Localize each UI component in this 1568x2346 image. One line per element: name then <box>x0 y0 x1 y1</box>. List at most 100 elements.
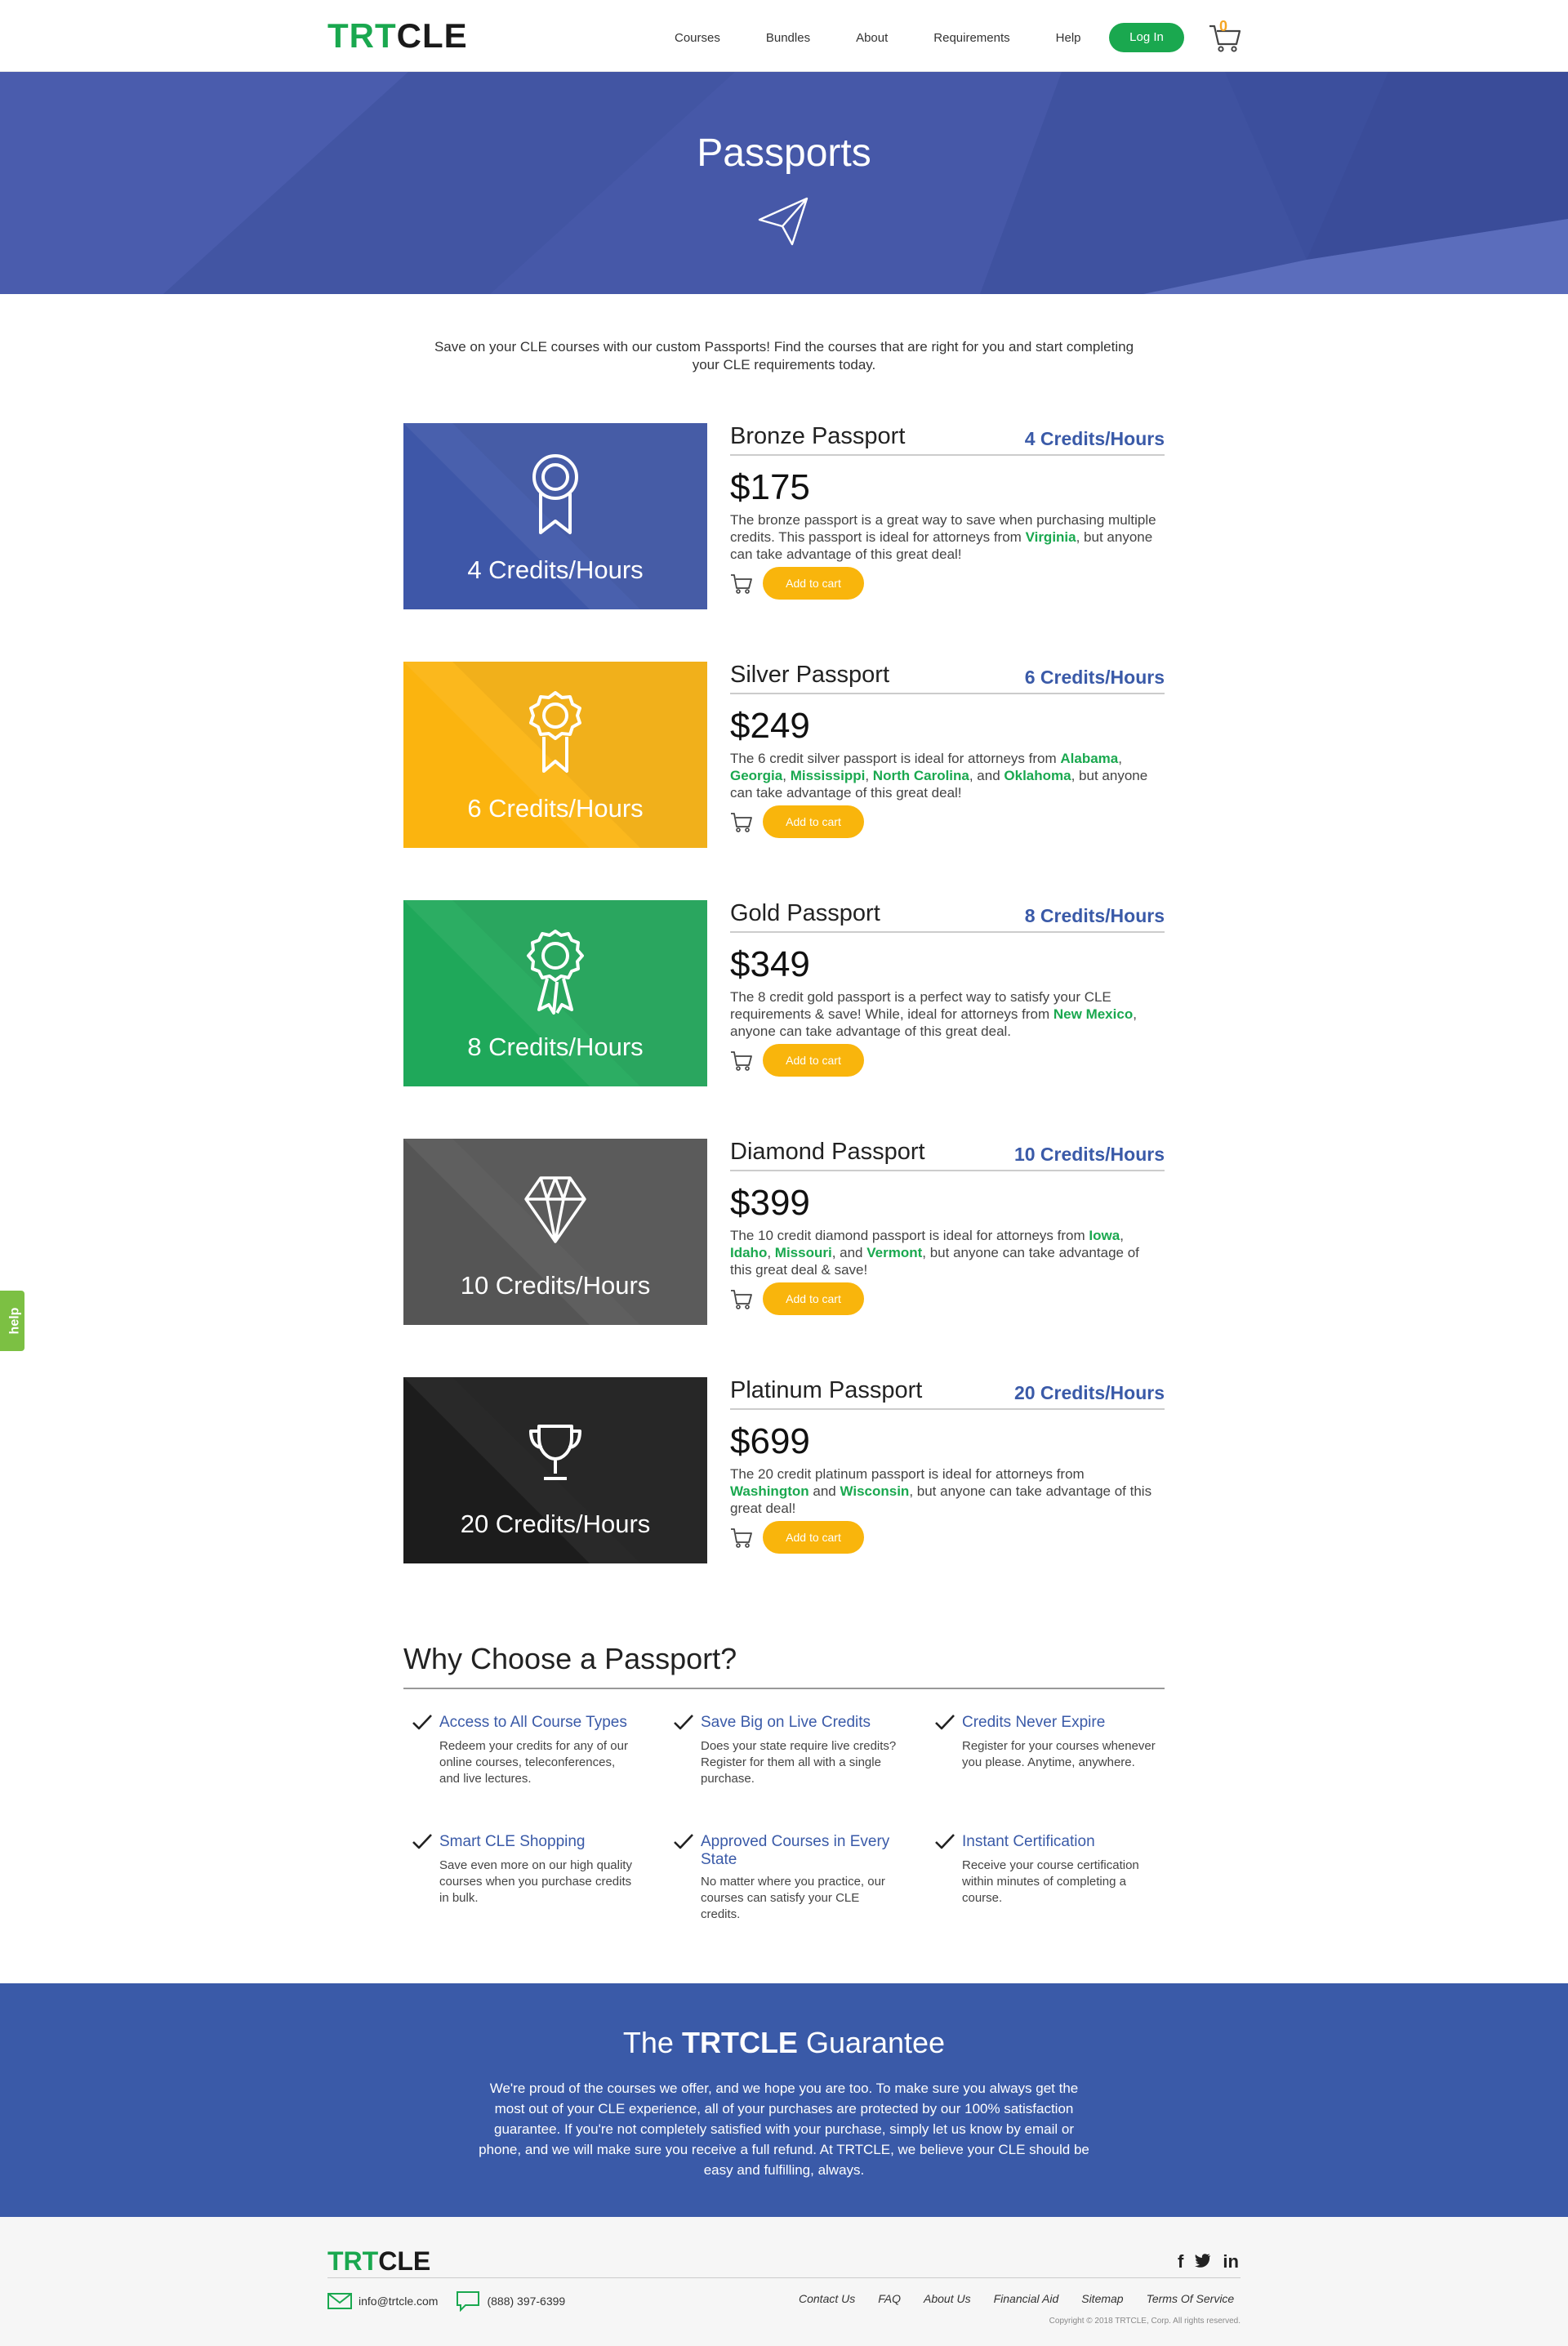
hero-banner: Passports <box>0 72 1568 294</box>
cart-icon[interactable] <box>730 1049 753 1076</box>
state-link[interactable]: North Carolina <box>873 768 969 783</box>
passport-badge[interactable]: 20 Credits/Hours <box>403 1377 707 1563</box>
twitter-icon[interactable] <box>1195 2251 1211 2272</box>
feature-title: Access to All Course Types <box>439 1714 627 1731</box>
passport-card: 10 Credits/Hours Diamond Passport 10 Credi… <box>403 1139 1165 1325</box>
passport-title: Platinum Passport <box>730 1377 923 1403</box>
nav-bundles[interactable]: Bundles <box>766 31 810 45</box>
nav-help[interactable]: Help <box>1056 31 1081 45</box>
footer-link-terms[interactable]: Terms Of Service <box>1147 2292 1235 2305</box>
cart-icon[interactable] <box>730 1287 753 1314</box>
state-link[interactable]: Wisconsin <box>840 1483 909 1499</box>
passport-buy-row: Add to cart <box>730 1044 1165 1080</box>
passport-info: Platinum Passport 20 Credits/Hours $699 The… <box>730 1377 1165 1557</box>
feature-title: Approved Courses in Every State <box>701 1833 890 1868</box>
cart-icon[interactable] <box>730 810 753 837</box>
footer-link-contact[interactable]: Contact Us <box>799 2292 855 2305</box>
passport-badge[interactable]: 4 Credits/Hours <box>403 423 707 609</box>
why-title: Why Choose a Passport? <box>403 1642 1165 1689</box>
passport-price: $349 <box>730 944 810 984</box>
linkedin-icon[interactable]: in <box>1223 2251 1239 2272</box>
guarantee-text: We're proud of the courses we offer, and… <box>479 2081 1089 2178</box>
state-link[interactable]: Virginia <box>1026 529 1076 545</box>
state-link[interactable]: Washington <box>730 1483 809 1499</box>
copyright: Copyright © 2018 TRTCLE, Corp. All right… <box>1049 2317 1241 2326</box>
desc-text: , <box>865 768 873 783</box>
passport-title-row: Gold Passport 8 Credits/Hours <box>730 900 1165 933</box>
intro-text: Save on your CLE courses with our custom… <box>434 339 1134 372</box>
passport-title: Silver Passport <box>730 662 890 688</box>
passport-title-row: Bronze Passport 4 Credits/Hours <box>730 423 1165 456</box>
passport-badge[interactable]: 6 Credits/Hours <box>403 662 707 848</box>
footer-divider <box>327 2277 1241 2278</box>
passport-credits: 8 Credits/Hours <box>1024 905 1165 926</box>
passport-card: 6 Credits/Hours Silver Passport 6 Credits/… <box>403 662 1165 848</box>
desc-text: , <box>767 1245 775 1260</box>
passport-description: The 6 credit silver passport is ideal fo… <box>730 750 1165 804</box>
passport-title-row: Platinum Passport 20 Credits/Hours <box>730 1377 1165 1410</box>
diamond-icon <box>524 1176 586 1243</box>
passport-credits: 6 Credits/Hours <box>1024 667 1165 688</box>
add-to-cart-button[interactable]: Add to cart <box>763 1044 864 1077</box>
checkmark-icon <box>673 1833 694 1855</box>
state-link[interactable]: Georgia <box>730 768 782 783</box>
help-tab-label: help <box>7 1307 22 1335</box>
passport-buy-row: Add to cart <box>730 567 1165 603</box>
desc-text: , <box>782 768 791 783</box>
help-tab[interactable]: help <box>0 1291 24 1351</box>
hero-title: Passports <box>697 132 871 175</box>
feature-description: Save even more on our high quality cours… <box>439 1858 632 1905</box>
passport-price: $175 <box>730 467 810 507</box>
checkmark-icon <box>934 1833 956 1855</box>
footer-link-about[interactable]: About Us <box>924 2292 971 2305</box>
hero-background <box>0 72 1568 294</box>
state-link[interactable]: Idaho <box>730 1245 767 1260</box>
footer-link-financial-aid[interactable]: Financial Aid <box>994 2292 1059 2305</box>
footer-link-sitemap[interactable]: Sitemap <box>1081 2292 1123 2305</box>
footer-links: Contact Us FAQ About Us Financial Aid Si… <box>799 2292 1234 2305</box>
passport-card: 8 Credits/Hours Gold Passport 8 Credits/Ho… <box>403 900 1165 1086</box>
badge-credits-label: 20 Credits/Hours <box>460 1510 651 1538</box>
nav-requirements[interactable]: Requirements <box>933 31 1009 45</box>
nav-courses[interactable]: Courses <box>675 31 720 45</box>
email-icon <box>327 2293 352 2309</box>
state-link[interactable]: Iowa <box>1089 1228 1120 1243</box>
social-links: f in <box>1166 2251 1239 2272</box>
footer-link-faq[interactable]: FAQ <box>878 2292 901 2305</box>
cart-icon[interactable] <box>730 1526 753 1553</box>
login-button[interactable]: Log In <box>1109 23 1184 52</box>
feature-title: Save Big on Live Credits <box>701 1714 871 1731</box>
state-link[interactable]: Oklahoma <box>1004 768 1071 783</box>
add-to-cart-button[interactable]: Add to cart <box>763 805 864 838</box>
site-logo[interactable]: TRTCLE <box>327 16 468 56</box>
passport-badge[interactable]: 8 Credits/Hours <box>403 900 707 1086</box>
state-link[interactable]: New Mexico <box>1054 1006 1133 1022</box>
feature-description: Redeem your credits for any of our onlin… <box>439 1739 628 1786</box>
state-link[interactable]: Mississippi <box>791 768 866 783</box>
footer-phone[interactable]: (888) 397-6399 <box>487 2295 565 2308</box>
passport-badge[interactable]: 10 Credits/Hours <box>403 1139 707 1325</box>
state-link[interactable]: Alabama <box>1060 751 1118 766</box>
feature-description: No matter where you practice, our course… <box>701 1875 885 1921</box>
badge-credits-label: 6 Credits/Hours <box>467 794 644 823</box>
passport-description: The bronze passport is a great way to sa… <box>730 511 1165 565</box>
passport-description: The 8 credit gold passport is a perfect … <box>730 988 1165 1042</box>
cart-count: 0 <box>1219 18 1228 34</box>
desc-text: , <box>1118 751 1122 766</box>
passport-title-row: Diamond Passport 10 Credits/Hours <box>730 1139 1165 1171</box>
add-to-cart-button[interactable]: Add to cart <box>763 567 864 600</box>
chat-icon <box>457 2291 480 2312</box>
add-to-cart-button[interactable]: Add to cart <box>763 1521 864 1554</box>
desc-text: , and <box>969 768 1004 783</box>
nav-about[interactable]: About <box>856 31 888 45</box>
add-to-cart-button[interactable]: Add to cart <box>763 1282 864 1315</box>
state-link[interactable]: Missouri <box>775 1245 832 1260</box>
state-link[interactable]: Vermont <box>866 1245 922 1260</box>
footer-logo[interactable]: TRTCLE <box>327 2246 430 2277</box>
footer-email[interactable]: info@trtcle.com <box>359 2295 438 2308</box>
badge-credits-label: 10 Credits/Hours <box>460 1271 651 1300</box>
facebook-icon[interactable]: f <box>1178 2251 1183 2272</box>
feature-description: Does your state require live credits? Re… <box>701 1739 897 1786</box>
badge-credits-label: 8 Credits/Hours <box>467 1033 644 1061</box>
cart-icon[interactable] <box>730 572 753 599</box>
